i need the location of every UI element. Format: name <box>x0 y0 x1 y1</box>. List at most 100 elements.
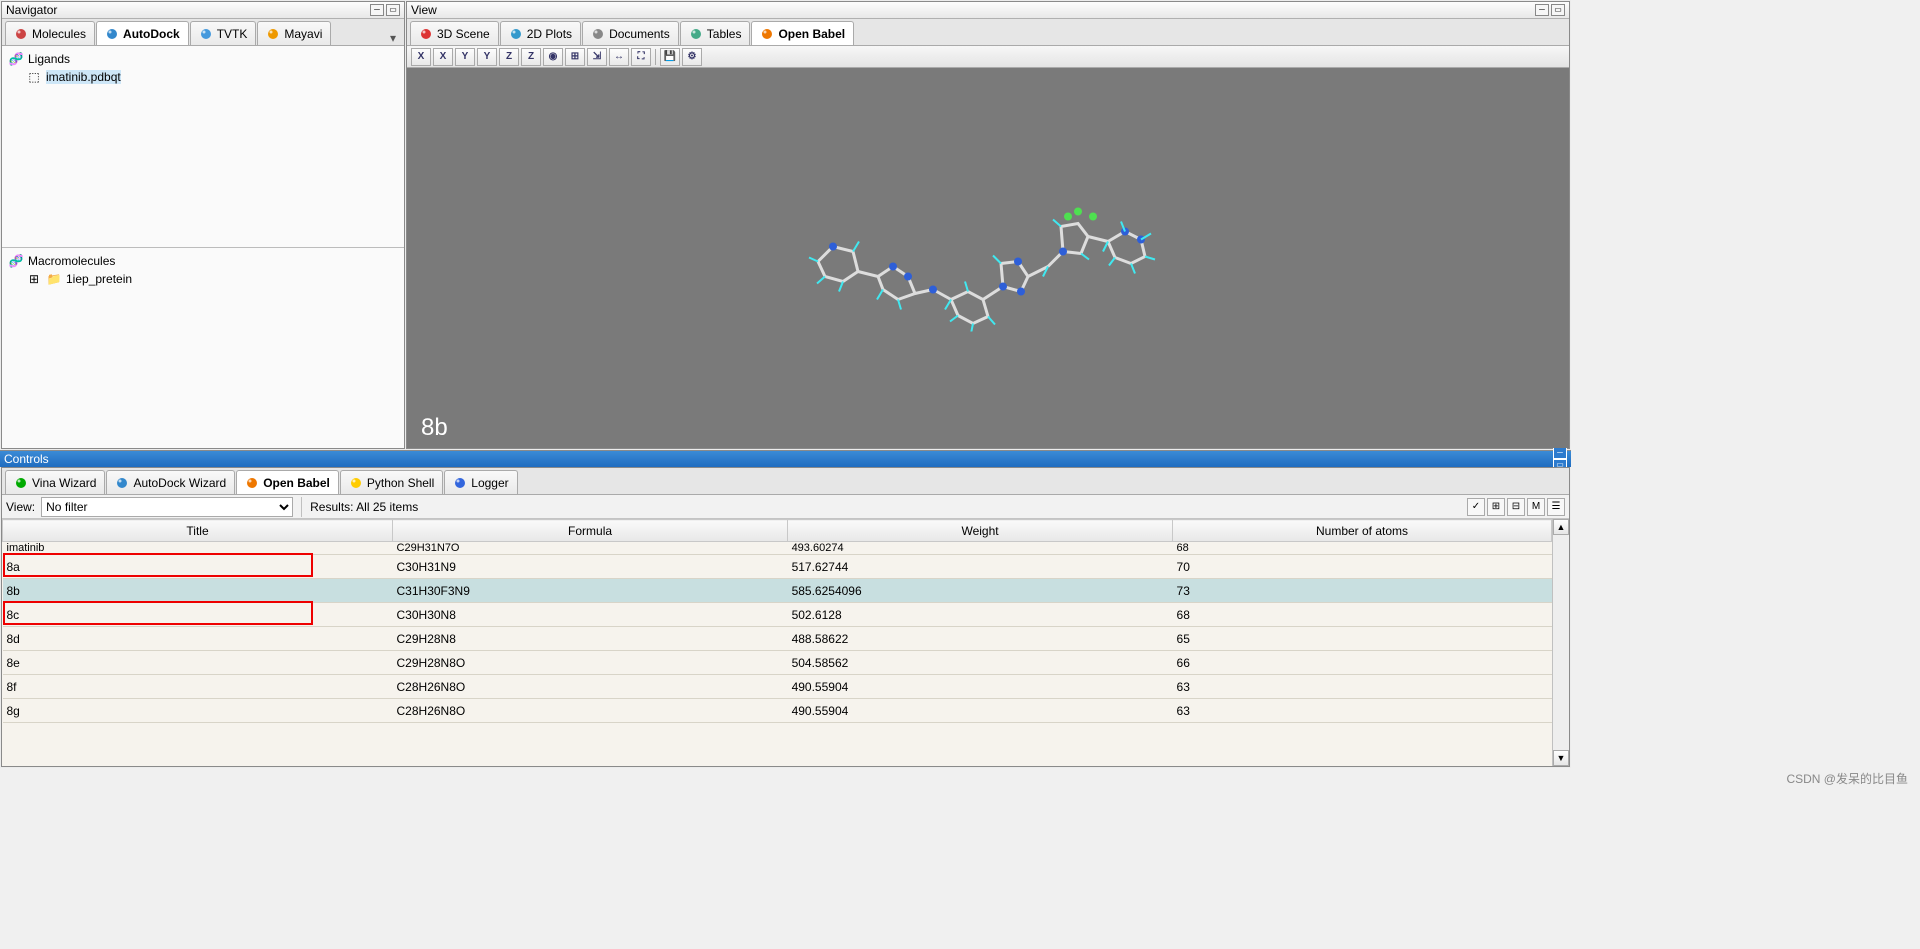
view-filter-label: View: <box>6 500 35 514</box>
tab-open-babel[interactable]: Open Babel <box>236 470 339 494</box>
tab-python-shell[interactable]: Python Shell <box>340 470 443 494</box>
macromolecule-item[interactable]: ⊞📁1iep_pretein <box>26 270 398 288</box>
autodock-icon <box>105 27 119 41</box>
tab-vina-wizard[interactable]: Vina Wizard <box>5 470 105 494</box>
toolbar-button[interactable]: Z <box>499 48 519 66</box>
navigator-maximize-icon[interactable]: ▭ <box>386 4 400 16</box>
openbabel-icon <box>245 476 259 490</box>
vertical-scrollbar[interactable]: ▲ ▼ <box>1552 519 1569 766</box>
column-header-number-of-atoms[interactable]: Number of atoms <box>1173 520 1552 542</box>
ligand-item[interactable]: ⬚imatinib.pdbqt <box>26 68 398 86</box>
table-row[interactable]: 8bC31H30F3N9585.625409673 <box>3 579 1552 603</box>
toolbar-button[interactable]: X <box>433 48 453 66</box>
controls-panel: Vina WizardAutoDock WizardOpen BabelPyth… <box>1 467 1570 767</box>
toolbar-button[interactable]: ⊞ <box>565 48 585 66</box>
view-title-bar: View ─ ▭ <box>407 2 1569 19</box>
table-row[interactable]: 8cC30H30N8502.612868 <box>3 603 1552 627</box>
column-header-title[interactable]: Title <box>3 520 393 542</box>
tabs-overflow-icon[interactable]: ▾ <box>385 31 401 45</box>
view-minimize-icon[interactable]: ─ <box>1535 4 1549 16</box>
results-grid[interactable]: TitleFormulaWeightNumber of atoms imatin… <box>2 519 1552 766</box>
ligands-header[interactable]: 🧬 Ligands <box>8 50 398 68</box>
column-header-formula[interactable]: Formula <box>393 520 788 542</box>
mayavi-icon <box>266 27 280 41</box>
navigator-title: Navigator <box>6 2 57 19</box>
macromolecules-header[interactable]: 🧬 Macromolecules <box>8 252 398 270</box>
controls-tabs: Vina WizardAutoDock WizardOpen BabelPyth… <box>2 468 1569 495</box>
controls-minimize-icon[interactable]: ─ <box>1553 447 1567 459</box>
molecule-render <box>803 182 1173 335</box>
tab-3d-scene[interactable]: 3D Scene <box>410 21 499 45</box>
tab-tables[interactable]: Tables <box>680 21 751 45</box>
toolbar-button[interactable]: ⚙ <box>682 48 702 66</box>
ligands-icon: 🧬 <box>8 52 24 66</box>
macromolecules-header-label: Macromolecules <box>28 254 115 268</box>
toolbar-button[interactable]: ↔ <box>609 48 629 66</box>
view-tabs: 3D Scene2D PlotsDocumentsTablesOpen Babe… <box>407 19 1569 46</box>
scene-toolbar: XXYYZZ◉⊞⇲↔⛶💾⚙ <box>407 46 1569 68</box>
top-row: Navigator ─ ▭ MoleculesAutoDockTVTKMayav… <box>0 0 1571 450</box>
navigator-tabs: MoleculesAutoDockTVTKMayavi ▾ <box>2 19 404 46</box>
grid-action-icon[interactable]: ⊟ <box>1507 498 1525 516</box>
app-root: Navigator ─ ▭ MoleculesAutoDockTVTKMayav… <box>0 0 1571 768</box>
tab-tvtk[interactable]: TVTK <box>190 21 257 45</box>
ligands-tree: 🧬 Ligands ⬚imatinib.pdbqt <box>2 46 404 248</box>
toolbar-button[interactable]: X <box>411 48 431 66</box>
view-filter-select[interactable]: No filter <box>41 497 293 517</box>
logger-icon <box>453 476 467 490</box>
results-grid-wrap: TitleFormulaWeightNumber of atoms imatin… <box>2 519 1569 766</box>
view-maximize-icon[interactable]: ▭ <box>1551 4 1565 16</box>
results-label: Results: All 25 items <box>310 500 418 514</box>
tab-documents[interactable]: Documents <box>582 21 679 45</box>
grid-action-icon[interactable]: ✓ <box>1467 498 1485 516</box>
navigator-minimize-icon[interactable]: ─ <box>370 4 384 16</box>
tvtk-icon <box>199 27 213 41</box>
molecules-icon <box>14 27 28 41</box>
watermark: CSDN @发呆的比目鱼 <box>0 768 1920 789</box>
ligands-header-label: Ligands <box>28 52 70 66</box>
toolbar-button[interactable]: Z <box>521 48 541 66</box>
ligand-file-icon: ⬚ <box>26 70 42 84</box>
expand-icon[interactable]: ⊞ <box>26 272 42 286</box>
table-row[interactable]: 8gC28H26N8O490.5590463 <box>3 699 1552 723</box>
tab-2d-plots[interactable]: 2D Plots <box>500 21 581 45</box>
toolbar-button[interactable]: 💾 <box>660 48 680 66</box>
tab-molecules[interactable]: Molecules <box>5 21 95 45</box>
macromolecules-icon: 🧬 <box>8 254 24 268</box>
tab-open-babel[interactable]: Open Babel <box>751 21 854 45</box>
view-title: View <box>411 2 437 19</box>
scene-icon <box>419 27 433 41</box>
toolbar-button[interactable]: ◉ <box>543 48 563 66</box>
tables-icon <box>689 27 703 41</box>
column-header-weight[interactable]: Weight <box>788 520 1173 542</box>
table-row[interactable]: 8dC29H28N8488.5862265 <box>3 627 1552 651</box>
macromolecules-tree: 🧬 Macromolecules ⊞📁1iep_pretein <box>2 248 404 449</box>
grid-action-icon[interactable]: ⊞ <box>1487 498 1505 516</box>
scroll-down-icon[interactable]: ▼ <box>1553 750 1569 766</box>
table-row[interactable]: 8aC30H31N9517.6274470 <box>3 555 1552 579</box>
plots-icon <box>509 27 523 41</box>
view-panel: View ─ ▭ 3D Scene2D PlotsDocumentsTables… <box>406 1 1570 449</box>
folder-icon: 📁 <box>46 272 62 286</box>
tab-logger[interactable]: Logger <box>444 470 517 494</box>
toolbar-button[interactable]: ⇲ <box>587 48 607 66</box>
table-row[interactable]: 8eC29H28N8O504.5856266 <box>3 651 1552 675</box>
toolbar-button[interactable]: ⛶ <box>631 48 651 66</box>
documents-icon <box>591 27 605 41</box>
tab-autodock[interactable]: AutoDock <box>96 21 189 45</box>
tab-mayavi[interactable]: Mayavi <box>257 21 331 45</box>
table-row[interactable]: 8fC28H26N8O490.5590463 <box>3 675 1552 699</box>
table-row[interactable]: imatinibC29H31N7O493.6027468 <box>3 542 1552 555</box>
toolbar-button[interactable]: Y <box>477 48 497 66</box>
toolbar-button[interactable]: Y <box>455 48 475 66</box>
tab-autodock-wizard[interactable]: AutoDock Wizard <box>106 470 235 494</box>
filter-row: View: No filter Results: All 25 items ✓⊞… <box>2 495 1569 519</box>
grid-action-icon[interactable]: M <box>1527 498 1545 516</box>
controls-title-bar: Controls ─ ▭ <box>0 450 1571 467</box>
openbabel-icon <box>760 27 774 41</box>
3d-scene[interactable]: 8b <box>407 68 1569 448</box>
scroll-up-icon[interactable]: ▲ <box>1553 519 1569 535</box>
python-icon <box>349 476 363 490</box>
grid-action-icon[interactable]: ☰ <box>1547 498 1565 516</box>
controls-title: Controls <box>4 451 49 468</box>
